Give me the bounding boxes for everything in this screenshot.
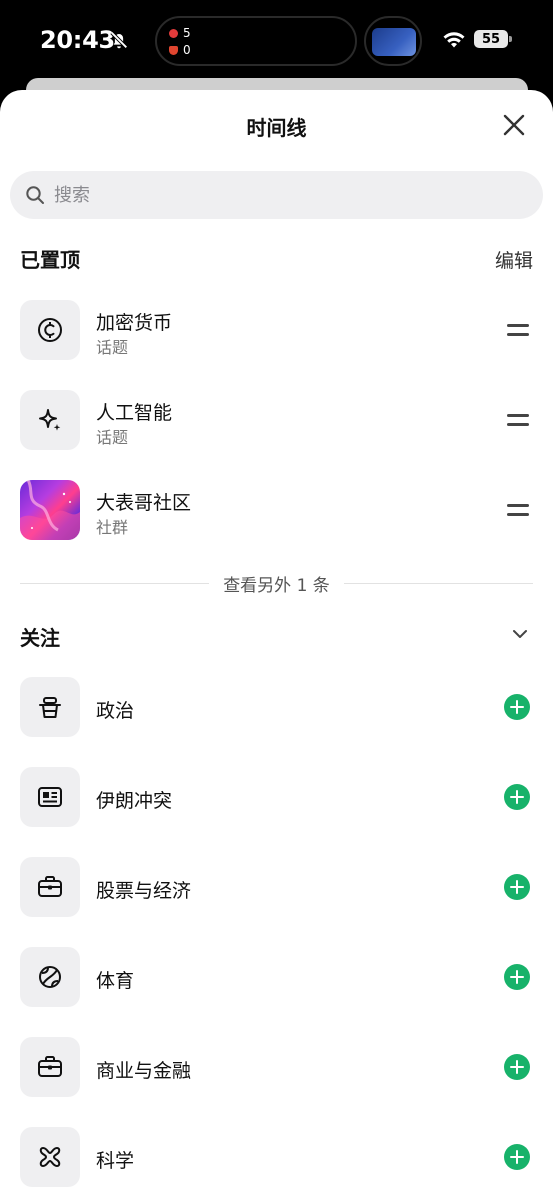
show-more-label[interactable]: 查看另外 1 条 [209,576,344,596]
island-count: 0 [183,43,191,57]
pinned-item-crypto[interactable]: 加密货币 话题 [0,300,553,362]
status-bar: 20:43 5 0 55 [0,0,553,86]
following-item-business[interactable]: 商业与金融 [0,1037,553,1099]
edit-button[interactable]: 编辑 [495,246,533,273]
pinned-item-ai[interactable]: 人工智能 话题 [0,390,553,452]
following-item-science[interactable]: 科学 [0,1127,553,1189]
pinned-section-title: 已置顶 [20,248,80,272]
drag-handle-icon[interactable] [507,412,529,428]
shield-icon [169,45,178,55]
ball-icon [20,947,80,1007]
podium-icon [20,677,80,737]
live-activity-thumbnail[interactable] [364,16,422,66]
sheet-title: 时间线 [246,116,307,140]
following-item-name: 伊朗冲突 [96,790,173,812]
dynamic-island[interactable]: 5 0 [155,16,357,66]
following-item-name: 股票与经济 [96,880,192,902]
newspaper-icon [20,767,80,827]
search-input[interactable] [54,171,524,219]
timeline-sheet: 时间线 已置顶 编辑 加密货币 话题 [0,90,553,1200]
sparkle-icon [20,390,80,450]
following-item-name: 商业与金融 [96,1060,192,1082]
community-avatar [20,480,80,540]
add-follow-button[interactable] [504,694,530,720]
pinned-item-type: 社群 [96,518,129,537]
briefcase-icon [20,857,80,917]
following-item-name: 政治 [96,700,135,722]
following-section-title: 关注 [20,626,60,650]
following-item-name: 科学 [96,1150,135,1172]
video-thumbnail [372,28,416,56]
following-item-politics[interactable]: 政治 [0,677,553,739]
add-follow-button[interactable] [504,964,530,990]
add-follow-button[interactable] [504,874,530,900]
pinned-item-name: 加密货币 [96,312,173,334]
island-row-weibo: 5 [169,26,191,40]
drag-handle-icon[interactable] [507,502,529,518]
island-count: 5 [183,26,191,40]
following-item-name: 体育 [96,970,135,992]
island-row-shield: 0 [169,43,191,57]
search-bar[interactable] [10,171,543,219]
add-follow-button[interactable] [504,1054,530,1080]
pinned-item-name: 人工智能 [96,402,173,424]
search-icon [26,186,44,204]
add-follow-button[interactable] [504,1144,530,1170]
close-icon[interactable] [501,112,527,138]
pinned-item-type: 话题 [96,338,129,357]
atom-icon [20,1127,80,1187]
bell-muted-icon [110,31,128,49]
pinned-item-community[interactable]: 大表哥社区 社群 [0,480,553,542]
add-follow-button[interactable] [504,784,530,810]
pinned-item-name: 大表哥社区 [96,492,192,514]
following-item-iran-conflict[interactable]: 伊朗冲突 [0,767,553,829]
drag-handle-icon[interactable] [507,322,529,338]
battery-indicator: 55 [474,30,512,48]
following-item-stocks[interactable]: 股票与经济 [0,857,553,919]
show-more-link[interactable]: 查看另外 1 条 [0,571,553,596]
pinned-item-type: 话题 [96,428,129,447]
status-time: 20:43 [40,26,115,54]
wifi-icon [443,32,465,48]
weibo-icon [169,28,178,38]
briefcase-icon [20,1037,80,1097]
following-item-sports[interactable]: 体育 [0,947,553,1009]
chevron-down-icon[interactable] [511,628,529,640]
crypto-coin-icon [20,300,80,360]
